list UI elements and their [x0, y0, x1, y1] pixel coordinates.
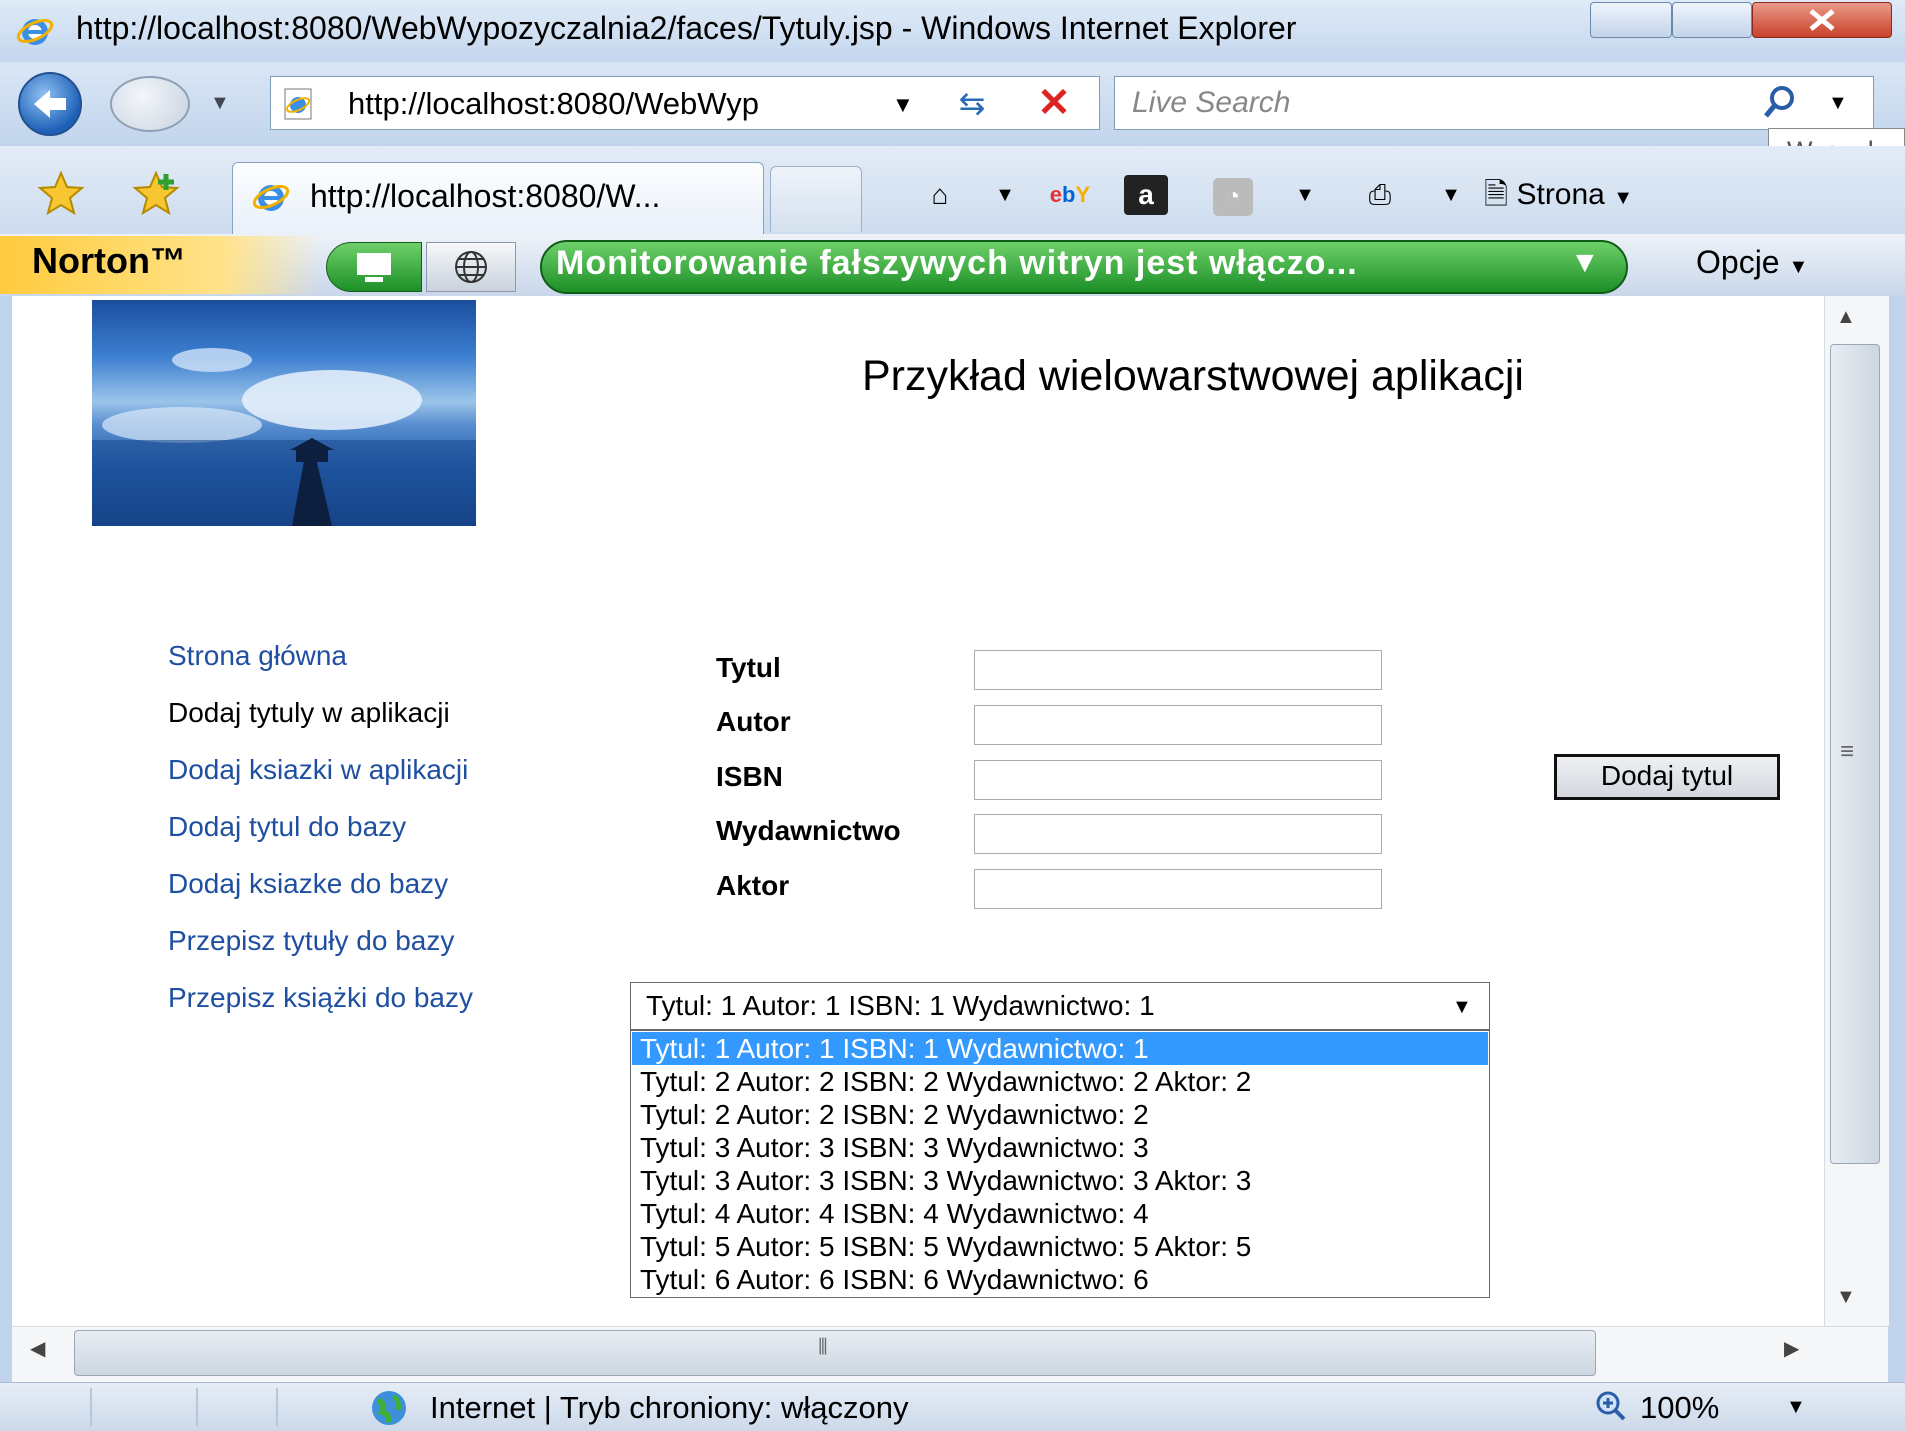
scroll-grip-icon: ≡ — [1840, 738, 1855, 765]
nav-link-strona-glowna[interactable]: Strona główna — [168, 640, 347, 672]
norton-options-dropdown-icon: ▼ — [1788, 256, 1809, 278]
select-dropdown-icon[interactable]: ▼ — [1452, 996, 1472, 1019]
header-image — [92, 300, 476, 526]
phishing-monitor-label[interactable]: Monitorowanie fałszywych witryn jest włą… — [556, 244, 1358, 283]
ebay-icon[interactable]: ebY — [1040, 172, 1100, 218]
print-dropdown-icon[interactable]: ▼ — [1436, 172, 1466, 218]
new-tab-button[interactable] — [770, 166, 862, 232]
maximize-button[interactable] — [1672, 2, 1752, 38]
back-button[interactable] — [18, 72, 82, 136]
home-icon[interactable]: ⌂ — [910, 172, 970, 218]
print-icon[interactable]: ⎙ — [1350, 172, 1410, 218]
scroll-right-arrow-icon[interactable]: ▶ — [1784, 1336, 1799, 1361]
tytul-label: Tytul — [716, 652, 781, 683]
norton-options-menu[interactable]: Opcje ▼ — [1696, 244, 1808, 281]
nav-link-dodaj-tytul-do-bazy[interactable]: Dodaj tytul do bazy — [168, 811, 406, 843]
amazon-icon[interactable]: a — [1120, 172, 1172, 218]
minimize-button[interactable] — [1590, 2, 1672, 38]
select-option[interactable]: Tytul: 2 Autor: 2 ISBN: 2 Wydawnictwo: 2 — [632, 1098, 1488, 1131]
page-icon — [284, 88, 312, 120]
search-placeholder: Live Search — [1132, 86, 1291, 119]
address-dropdown-icon[interactable]: ▼ — [892, 92, 914, 118]
scroll-grip-icon: ⦀ — [818, 1334, 828, 1359]
close-icon — [1809, 9, 1835, 31]
monitor-icon — [357, 253, 391, 282]
autor-label: Autor — [716, 706, 791, 737]
page-menu-icon: 🗎 — [1484, 178, 1509, 211]
status-separator — [90, 1388, 92, 1426]
select-option[interactable]: Tytul: 4 Autor: 4 ISBN: 4 Wydawnictwo: 4 — [632, 1197, 1488, 1230]
aktor-label: Aktor — [716, 870, 790, 901]
favorites-star-icon[interactable] — [36, 170, 86, 216]
sea-pier-image — [92, 348, 476, 526]
back-arrow-icon — [34, 90, 66, 118]
zoom-icon[interactable] — [1592, 1388, 1632, 1424]
select-option[interactable]: Tytul: 6 Autor: 6 ISBN: 6 Wydawnictwo: 6 — [632, 1263, 1488, 1296]
internet-zone-globe-icon — [372, 1391, 406, 1425]
select-option[interactable]: Tytul: 3 Autor: 3 ISBN: 3 Wydawnictwo: 3 — [632, 1131, 1488, 1164]
aktor-input[interactable] — [974, 869, 1382, 909]
select-option[interactable]: Tytul: 2 Autor: 2 ISBN: 2 Wydawnictwo: 2… — [632, 1065, 1488, 1098]
nav-link-dodaj-tytuly-w-aplikacji[interactable]: Dodaj tytuly w aplikacji — [168, 697, 450, 729]
page-title: Przykład wielowarstwowej aplikacji — [862, 352, 1524, 400]
page-menu-dropdown-icon: ▼ — [1613, 187, 1633, 209]
status-separator — [196, 1388, 198, 1426]
nav-link-dodaj-ksiazki-w-aplikacji[interactable]: Dodaj ksiazki w aplikacji — [168, 754, 468, 786]
nav-link-przepisz-ksiazki-do-bazy[interactable]: Przepisz książki do bazy — [168, 982, 473, 1014]
norton-logo: Norton™ — [32, 240, 186, 281]
vertical-scroll-thumb[interactable] — [1830, 344, 1880, 1164]
wydawnictwo-label: Wydawnictwo — [716, 815, 901, 846]
page-menu-label: Strona — [1516, 178, 1605, 211]
norton-globe-icon[interactable] — [426, 242, 516, 292]
internet-explorer-icon — [252, 184, 290, 211]
stop-icon[interactable]: ✕ — [1018, 78, 1090, 128]
isbn-input[interactable] — [974, 760, 1382, 800]
status-separator — [276, 1388, 278, 1426]
add-title-button[interactable]: Dodaj tytul — [1554, 754, 1780, 800]
autor-input[interactable] — [974, 705, 1382, 745]
nav-link-przepisz-tytuly-do-bazy[interactable]: Przepisz tytuły do bazy — [168, 925, 454, 957]
window-title: http://localhost:8080/WebWypozyczalnia2/… — [76, 10, 1297, 46]
zoom-level[interactable]: 100% — [1640, 1390, 1719, 1426]
titles-select-value[interactable]: Tytul: 1 Autor: 1 ISBN: 1 Wydawnictwo: 1 — [646, 990, 1155, 1022]
wydawnictwo-input[interactable] — [974, 814, 1382, 854]
add-favorites-icon[interactable] — [130, 170, 182, 216]
scroll-up-arrow-icon[interactable]: ▲ — [1836, 306, 1856, 329]
feed-dropdown-icon[interactable]: ▼ — [1290, 172, 1320, 218]
norton-options-label: Opcje — [1696, 244, 1780, 280]
close-button[interactable] — [1752, 2, 1892, 38]
recent-pages-dropdown-icon[interactable]: ▼ — [210, 92, 230, 115]
select-option[interactable]: Tytul: 1 Autor: 1 ISBN: 1 Wydawnictwo: 1 — [632, 1032, 1488, 1065]
horizontal-scroll-thumb[interactable] — [74, 1330, 1596, 1376]
search-options-dropdown-icon[interactable]: ▼ — [1828, 92, 1848, 115]
select-option[interactable]: Tytul: 3 Autor: 3 ISBN: 3 Wydawnictwo: 3… — [632, 1164, 1488, 1197]
globe-icon — [455, 251, 487, 283]
tytul-input[interactable] — [974, 650, 1382, 690]
home-dropdown-icon[interactable]: ▼ — [990, 172, 1020, 218]
phishing-monitor-dropdown-icon[interactable]: ▼ — [1570, 246, 1600, 280]
refresh-icon[interactable]: ⇆ — [932, 80, 1012, 126]
isbn-label: ISBN — [716, 761, 783, 792]
nav-link-dodaj-ksiazke-do-bazy[interactable]: Dodaj ksiazke do bazy — [168, 868, 448, 900]
page-menu-button[interactable]: 🗎 Strona ▼ — [1484, 172, 1684, 218]
scroll-left-arrow-icon[interactable]: ◀ — [30, 1336, 45, 1361]
address-text[interactable]: http://localhost:8080/WebWyp — [348, 86, 759, 122]
security-zone-status[interactable]: Internet | Tryb chroniony: włączony — [430, 1390, 908, 1426]
internet-explorer-icon — [16, 18, 54, 45]
forward-button[interactable] — [110, 76, 190, 132]
tab-label[interactable]: http://localhost:8080/W... — [310, 178, 660, 215]
rss-feed-icon[interactable]: ◔ — [1206, 172, 1260, 218]
select-option[interactable]: Tytul: 5 Autor: 5 ISBN: 5 Wydawnictwo: 5… — [632, 1230, 1488, 1263]
search-icon[interactable] — [1744, 78, 1814, 128]
zoom-dropdown-icon[interactable]: ▼ — [1786, 1396, 1806, 1419]
norton-computer-icon[interactable] — [326, 242, 422, 292]
scroll-down-arrow-icon[interactable]: ▼ — [1836, 1286, 1856, 1309]
